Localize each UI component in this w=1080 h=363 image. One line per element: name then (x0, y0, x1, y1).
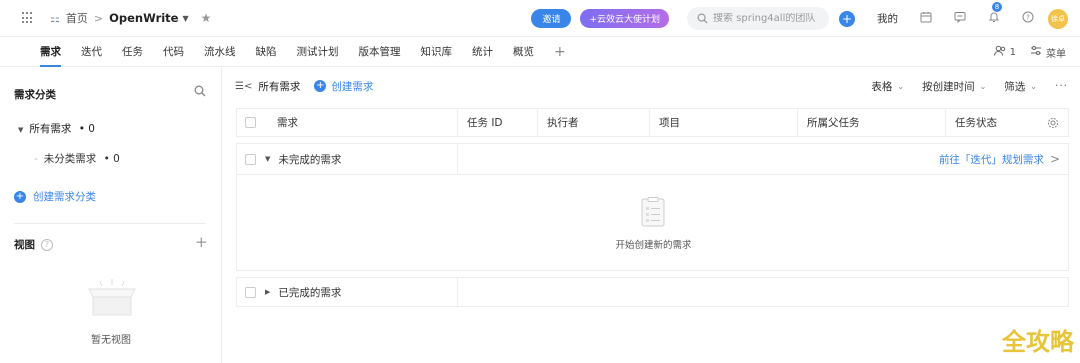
add-tab-icon[interactable]: + (554, 44, 566, 60)
invite-button[interactable]: 邀请 (531, 9, 572, 28)
empty-view-text: 暂无视图 (91, 335, 131, 346)
col-task-id[interactable]: 任务 ID (457, 109, 503, 136)
caret-down-icon[interactable]: ▼ (265, 155, 270, 163)
group-header[interactable]: ▼ 未完成的需求 前往「迭代」规划需求 > (237, 144, 1068, 174)
collapse-sidebar-icon[interactable]: ☰< (235, 81, 252, 92)
app-grid-icon[interactable] (22, 12, 34, 24)
tab-versions[interactable]: 版本管理 (349, 37, 411, 67)
search-icon[interactable] (194, 85, 206, 100)
breadcrumb-home[interactable]: 首页 (66, 10, 88, 26)
notification-badge: 8 (992, 2, 1002, 12)
category-uncat-count: • 0 (103, 153, 120, 165)
category-title: 需求分类 (14, 89, 56, 101)
tab-bar-actions: 1 菜单 (993, 37, 1066, 67)
settings-icon[interactable] (1030, 45, 1042, 59)
col-task-status[interactable]: 任务状态 (945, 109, 997, 136)
members-icon[interactable] (993, 45, 1006, 59)
select-all-checkbox[interactable] (245, 117, 256, 128)
project-name[interactable]: OpenWrite (109, 11, 178, 25)
category-all[interactable]: ▼ 所有需求 • 0 (18, 121, 95, 136)
workspace-icon: ⚏ (50, 11, 60, 25)
completed-group-label: 已完成的需求 (278, 286, 342, 299)
plan-iteration-link[interactable]: 前往「迭代」规划需求 > (939, 144, 1060, 174)
col-assignee[interactable]: 执行者 (537, 109, 579, 136)
col-parent-task[interactable]: 所属父任务 (797, 109, 860, 136)
sort-dropdown[interactable]: 按创建时间 ⌄ (922, 79, 986, 94)
tab-requirements[interactable]: 需求 (30, 37, 71, 67)
chevron-down-icon: ⌄ (1030, 81, 1037, 91)
top-header: ⚏ 首页 > OpenWrite ▼ ★ 邀请 +云效云大使计划 + 我的 8 … (0, 0, 1080, 37)
star-icon[interactable]: ★ (201, 11, 212, 25)
help-icon[interactable]: ? (1022, 11, 1034, 26)
caret-down-icon[interactable]: ▼ (18, 126, 23, 134)
group-checkbox[interactable] (245, 286, 256, 298)
col-project[interactable]: 项目 (649, 109, 680, 136)
filter-dropdown[interactable]: 筛选 ⌄ (1004, 79, 1037, 94)
column-settings-icon[interactable] (1047, 109, 1059, 136)
search-icon (697, 13, 708, 24)
tab-pipeline[interactable]: 流水线 (194, 37, 246, 67)
calendar-icon[interactable] (920, 11, 932, 26)
avatar[interactable]: 徐卓 (1048, 8, 1068, 29)
chevron-down-icon[interactable]: ▼ (182, 14, 188, 23)
tab-test-plan[interactable]: 测试计划 (287, 37, 349, 67)
bell-icon[interactable]: 8 (988, 2, 1002, 26)
category-all-count: • 0 (78, 123, 95, 135)
mine-link[interactable]: 我的 (877, 11, 898, 26)
svg-text:?: ? (1026, 14, 1030, 22)
document-icon (641, 197, 665, 227)
tab-code[interactable]: 代码 (153, 37, 194, 67)
chevron-down-icon: ⌄ (897, 81, 905, 91)
view-controls: 表格 ⌄ 按创建时间 ⌄ 筛选 ⌄ ··· (853, 67, 1068, 105)
message-icon[interactable] (954, 11, 966, 26)
add-view-icon[interactable]: + (195, 233, 208, 251)
caret-right-icon[interactable]: ▶ (265, 288, 270, 296)
tab-iterations[interactable]: 迭代 (71, 37, 112, 67)
empty-state: 开始创建新的需求 (237, 174, 1068, 270)
watermark-logo: 全攻略 (1002, 328, 1074, 356)
divider (14, 223, 206, 224)
members-count[interactable]: 1 (1010, 47, 1016, 58)
group-checkbox[interactable] (245, 153, 256, 165)
add-icon[interactable]: + (839, 10, 855, 27)
more-icon[interactable]: ··· (1055, 80, 1068, 92)
category-uncategorized[interactable]: - 未分类需求 • 0 (34, 151, 120, 166)
empty-box-icon (88, 279, 136, 316)
promo-button[interactable]: +云效云大使计划 (580, 9, 669, 28)
incomplete-group: ▼ 未完成的需求 前往「迭代」规划需求 > 开始创建新的需求 (236, 143, 1069, 271)
tab-statistics[interactable]: 统计 (462, 37, 503, 67)
breadcrumb-separator: > (93, 11, 104, 25)
incomplete-group-label: 未完成的需求 (278, 153, 342, 166)
create-requirement-button[interactable]: + 创建需求 (314, 79, 373, 94)
requirements-main: ☰< 所有需求 + 创建需求 表格 ⌄ 按创建时间 ⌄ 筛选 ⌄ ··· 需求 任务 I… (223, 67, 1080, 363)
module-tabs: 需求 迭代 任务 代码 流水线 缺陷 测试计划 版本管理 知识库 统计 概览 +… (0, 37, 1080, 67)
tab-knowledge-base[interactable]: 知识库 (411, 37, 463, 67)
views-title: 视图 ? (14, 237, 53, 252)
tab-overview[interactable]: 概览 (503, 37, 544, 67)
category-uncat-label: 未分类需求 (43, 153, 97, 165)
table-view-dropdown[interactable]: 表格 ⌄ (871, 79, 904, 94)
completed-group[interactable]: ▶ 已完成的需求 (236, 277, 1069, 308)
create-category-button[interactable]: + 创建需求分类 (14, 189, 96, 204)
menu-link[interactable]: 菜单 (1046, 45, 1066, 60)
category-all-label: 所有需求 (29, 123, 72, 135)
plus-circle-icon: + (314, 80, 327, 92)
help-icon[interactable]: ? (41, 238, 53, 251)
plus-circle-icon: + (14, 190, 26, 203)
empty-requirements-text: 开始创建新的需求 (615, 240, 692, 251)
col-requirement[interactable]: 需求 (277, 109, 298, 136)
chevron-down-icon: ⌄ (979, 81, 987, 91)
all-requirements-label: 所有需求 (258, 80, 301, 93)
search-input[interactable] (713, 13, 821, 24)
list-toolbar: ☰< 所有需求 + 创建需求 表格 ⌄ 按创建时间 ⌄ 筛选 ⌄ ··· (223, 67, 1080, 105)
chevron-right-icon: > (1049, 152, 1060, 166)
table-header: 需求 任务 ID 执行者 项目 所属父任务 任务状态 (236, 108, 1069, 137)
tab-defects[interactable]: 缺陷 (246, 37, 287, 67)
tab-tasks[interactable]: 任务 (112, 37, 153, 67)
requirements-table: 需求 任务 ID 执行者 项目 所属父任务 任务状态 ▼ 未完成的需求 前往「迭… (236, 108, 1069, 308)
header-actions: 邀请 +云效云大使计划 + 我的 8 ? 徐卓 (531, 0, 1080, 37)
search-box[interactable] (687, 7, 829, 30)
category-sidebar: 需求分类 ▼ 所有需求 • 0 - 未分类需求 • 0 + 创建需求分类 视图 ? +… (0, 67, 222, 363)
